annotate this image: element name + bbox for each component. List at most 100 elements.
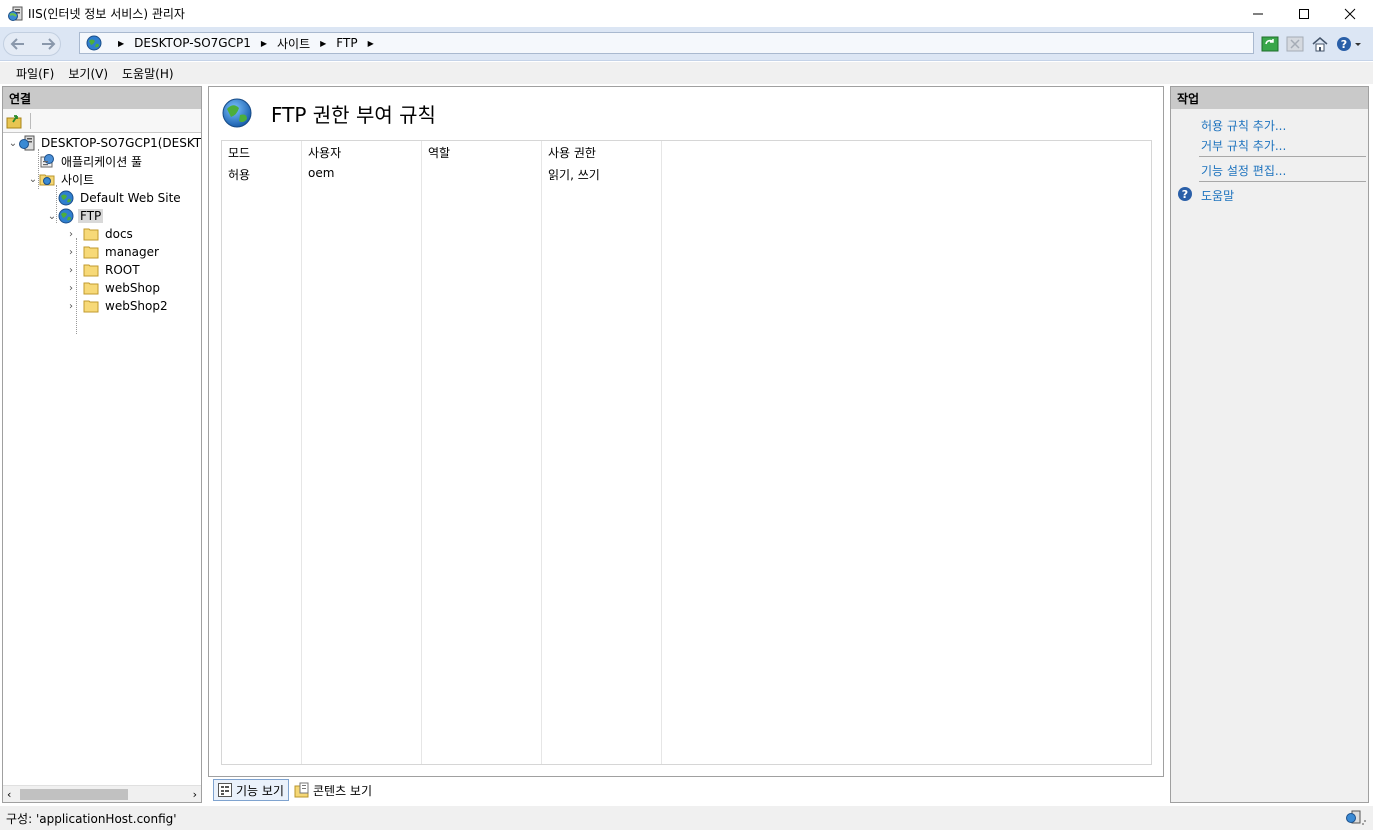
column-divider	[542, 141, 662, 764]
tree-node-folder[interactable]: › docs	[65, 225, 135, 243]
tab-features-view[interactable]: 기능 보기	[213, 779, 289, 801]
breadcrumb-server[interactable]: DESKTOP-SO7GCP1	[134, 36, 251, 50]
actions-panel: 작업 허용 규칙 추가... 거부 규칙 추가... 기능 설정 편집... ?…	[1170, 86, 1369, 803]
status-text: 구성: 'applicationHost.config'	[6, 811, 177, 826]
iis-manager-icon	[8, 6, 23, 21]
tree-label-folder: webShop2	[105, 299, 168, 313]
forward-button[interactable]	[34, 31, 62, 57]
tree-label-app-pools: 애플리케이션 풀	[61, 154, 143, 169]
refresh-button[interactable]	[1260, 34, 1280, 54]
actions-divider	[1199, 181, 1366, 182]
chevron-down-icon[interactable]: ⌄	[27, 174, 39, 185]
breadcrumb-arrow-icon: ▶	[320, 38, 327, 48]
breadcrumb-arrow-icon: ▶	[118, 38, 125, 48]
minimize-button[interactable]	[1235, 0, 1281, 27]
tree-node-sites[interactable]: ⌄ 사이트	[27, 170, 96, 188]
svg-text:?: ?	[1341, 38, 1347, 51]
tree-node-ftp[interactable]: ⌄ FTP	[46, 207, 104, 225]
breadcrumb-arrow-icon: ▶	[260, 38, 268, 48]
toolbar-divider	[30, 112, 31, 129]
connections-toolbar	[3, 109, 201, 133]
globe-icon	[58, 208, 74, 224]
rules-table[interactable]: 모드 사용자 역할 사용 권한 허용 oem 읽기, 쓰기	[221, 140, 1152, 765]
column-header-permissions[interactable]: 사용 권한	[548, 144, 596, 161]
menu-view[interactable]: 보기(V)	[61, 65, 115, 82]
column-divider	[422, 141, 542, 764]
help-icon: ?	[1337, 37, 1361, 51]
tab-features-label: 기능 보기	[236, 783, 284, 798]
status-bar: 구성: 'applicationHost.config'	[0, 806, 1373, 830]
view-tabs: 기능 보기 콘텐츠 보기	[213, 779, 378, 801]
chevron-right-icon[interactable]: ›	[65, 247, 77, 258]
menu-file[interactable]: 파일(F)	[9, 65, 61, 82]
add-deny-rule-link[interactable]: 거부 규칙 추가...	[1201, 137, 1286, 154]
folder-icon	[83, 246, 99, 259]
tree-label-default-web-site: Default Web Site	[80, 191, 181, 205]
cell-permissions[interactable]: 읽기, 쓰기	[548, 166, 600, 183]
breadcrumb-ftp[interactable]: FTP	[336, 36, 357, 50]
globe-icon	[222, 98, 252, 128]
chevron-down-icon[interactable]: ⌄	[7, 138, 19, 149]
connections-header: 연결	[3, 87, 201, 109]
chevron-right-icon[interactable]: ›	[65, 265, 77, 276]
tree-node-default-web-site[interactable]: Default Web Site	[46, 189, 183, 207]
tree-label-folder: ROOT	[105, 263, 140, 277]
menu-help[interactable]: 도움말(H)	[115, 65, 181, 82]
svg-text:?: ?	[1182, 188, 1188, 201]
title-bar: IIS(인터넷 정보 서비스) 관리자	[0, 0, 1373, 27]
stop-button[interactable]	[1285, 34, 1305, 54]
address-path[interactable]: ▶ DESKTOP-SO7GCP1 ▶ 사이트 ▶ FTP ▶	[79, 32, 1254, 54]
tree-node-folder[interactable]: › webShop	[65, 279, 162, 297]
scroll-right-icon[interactable]: ›	[193, 788, 197, 801]
tree-node-folder[interactable]: › ROOT	[65, 261, 142, 279]
help-button[interactable]: ?	[1335, 34, 1365, 54]
folder-icon	[83, 264, 99, 277]
tree-node-server[interactable]: ⌄ DESKTOP-SO7GCP1(DESKTOP-SO7GCP1\	[7, 134, 202, 152]
tree-node-folder[interactable]: › webShop2	[65, 297, 170, 315]
edit-feature-settings-link[interactable]: 기능 설정 편집...	[1201, 162, 1286, 179]
server-status-icon	[1346, 810, 1366, 825]
window-title: IIS(인터넷 정보 서비스) 관리자	[28, 7, 185, 21]
chevron-down-icon[interactable]: ⌄	[46, 211, 58, 222]
tree-label-server: DESKTOP-SO7GCP1(DESKTOP-SO7GCP1\	[41, 136, 202, 150]
tab-content-view[interactable]: 콘텐츠 보기	[291, 779, 376, 801]
tree-label-folder: docs	[105, 227, 133, 241]
tree-node-folder[interactable]: › manager	[65, 243, 161, 261]
folder-icon	[83, 282, 99, 295]
help-link[interactable]: 도움말	[1201, 187, 1234, 204]
tree-label-folder: webShop	[105, 281, 160, 295]
address-bar: ▶ DESKTOP-SO7GCP1 ▶ 사이트 ▶ FTP ▶ ?	[0, 27, 1373, 61]
cell-user[interactable]: oem	[308, 166, 334, 180]
arrow-right-icon	[42, 38, 56, 50]
chevron-right-icon[interactable]: ›	[65, 283, 77, 294]
cell-mode[interactable]: 허용	[228, 166, 250, 183]
tree-node-app-pools[interactable]: 애플리케이션 풀	[27, 152, 144, 170]
content-view-icon	[294, 782, 309, 798]
home-icon	[1312, 37, 1328, 52]
chevron-right-icon[interactable]: ›	[65, 301, 77, 312]
horizontal-scrollbar[interactable]: ‹ ›	[3, 785, 201, 802]
actions-divider	[1199, 156, 1366, 157]
breadcrumb-sites[interactable]: 사이트	[277, 35, 310, 52]
sites-folder-icon	[39, 174, 55, 186]
home-button[interactable]	[1310, 34, 1330, 54]
column-divider	[302, 141, 422, 764]
maximize-button[interactable]	[1281, 0, 1327, 27]
column-header-user[interactable]: 사용자	[308, 144, 341, 161]
close-button[interactable]	[1327, 0, 1373, 27]
server-icon	[19, 135, 35, 151]
scroll-left-icon[interactable]: ‹	[7, 788, 11, 801]
globe-icon	[86, 35, 102, 51]
column-divider	[222, 141, 302, 764]
minimize-icon	[1253, 13, 1263, 14]
back-button[interactable]	[4, 31, 32, 57]
folder-icon	[83, 228, 99, 241]
arrow-left-icon	[10, 38, 24, 50]
column-header-role[interactable]: 역할	[428, 144, 450, 161]
connect-icon[interactable]	[6, 113, 24, 129]
chevron-right-icon[interactable]: ›	[65, 229, 77, 240]
column-header-mode[interactable]: 모드	[228, 144, 250, 161]
feature-panel: FTP 권한 부여 규칙 모드 사용자 역할 사용 권한 허용 oem 읽기, …	[208, 86, 1164, 777]
scrollbar-thumb[interactable]	[20, 789, 128, 800]
add-allow-rule-link[interactable]: 허용 규칙 추가...	[1201, 117, 1286, 134]
